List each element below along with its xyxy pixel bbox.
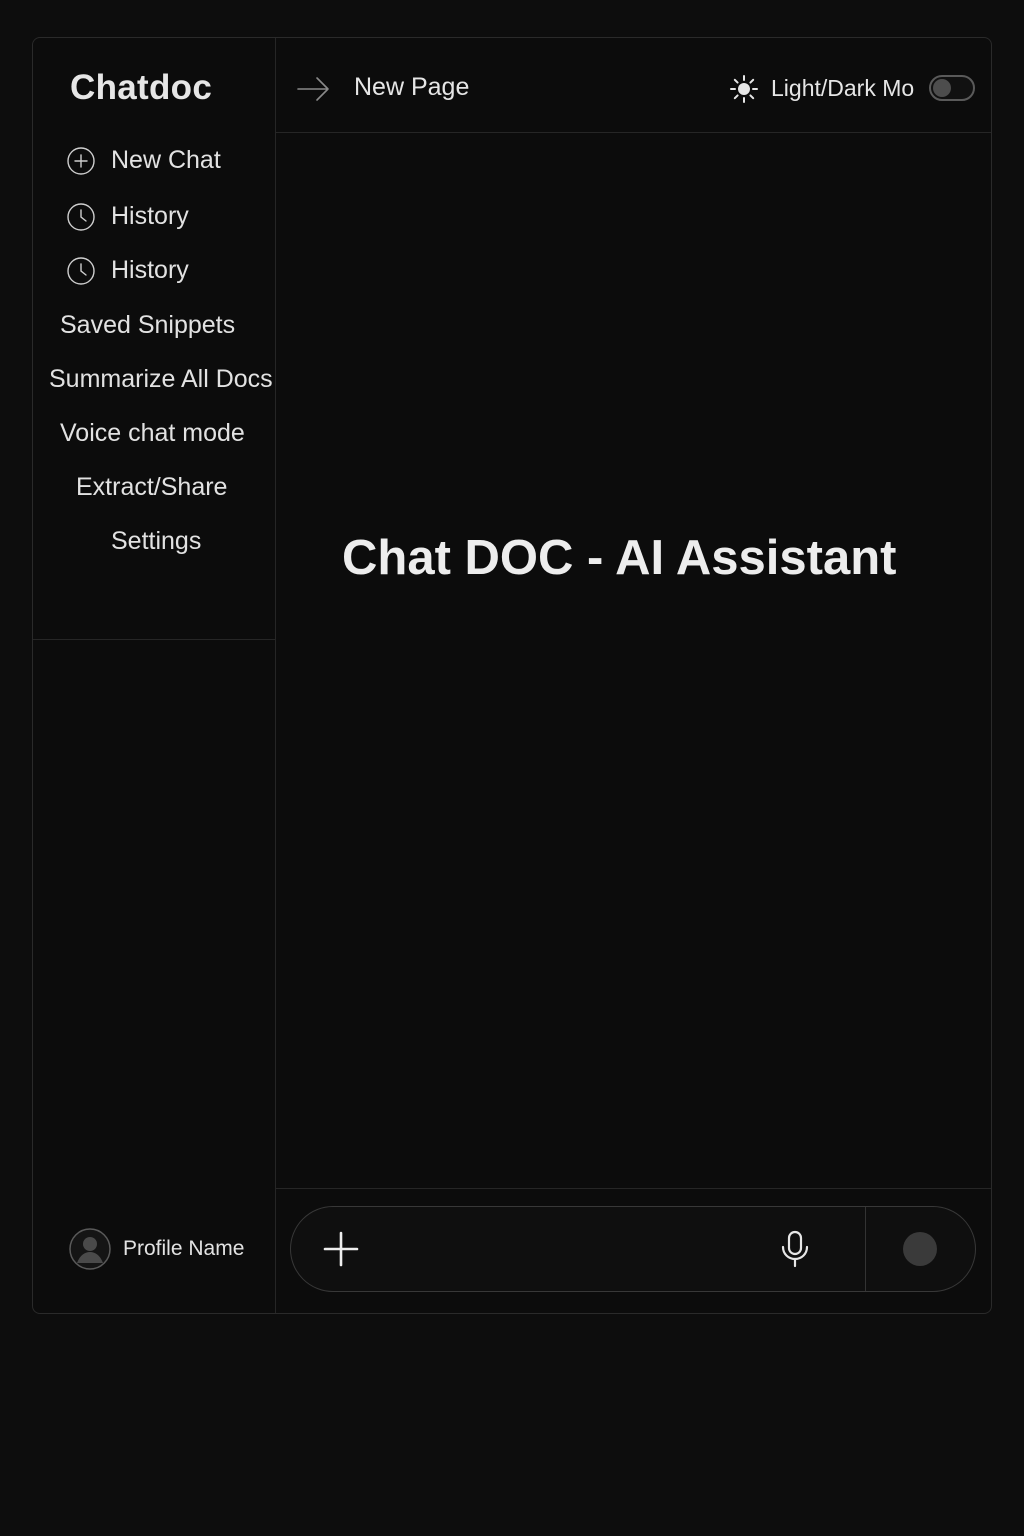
arrow-right-icon[interactable] [296, 72, 330, 106]
theme-mode-label: Light/Dark Mo [771, 75, 915, 101]
brand-logo: Chatdoc [70, 68, 213, 107]
composer-divider [865, 1207, 866, 1291]
sidebar-item-voice-chat-mode[interactable]: Voice chat mode [60, 419, 245, 448]
page-title: New Page [354, 73, 470, 101]
sidebar-item-new-chat[interactable]: New Chat [67, 146, 221, 175]
plus-circle-icon [67, 146, 95, 175]
sidebar-item-label: History [111, 256, 189, 284]
plus-icon[interactable] [321, 1229, 361, 1269]
sidebar-item-extract-share[interactable]: Extract/Share [76, 473, 227, 502]
app-window: Chatdoc New Chat History History Saved S… [32, 37, 992, 1314]
message-input[interactable] [381, 1229, 765, 1271]
sidebar-item-history-2[interactable]: History [67, 256, 189, 285]
theme-toggle[interactable] [929, 75, 975, 101]
main-panel: New Page Light/Dark Mo Chat DOC - AI Ass… [276, 38, 991, 1313]
clock-icon [67, 256, 95, 285]
sidebar-item-label: Summarize All Docs [49, 365, 273, 393]
sidebar-item-label: Saved Snippets [60, 311, 236, 339]
sidebar-item-settings[interactable]: Settings [111, 527, 201, 556]
sidebar-item-history[interactable]: History [67, 202, 189, 231]
sidebar-item-label: New Chat [111, 146, 221, 174]
avatar-icon [69, 1228, 111, 1270]
top-bar: New Page Light/Dark Mo [276, 38, 991, 133]
hero-title: Chat DOC - AI Assistant [342, 531, 897, 585]
sidebar-item-label: Voice chat mode [60, 419, 245, 447]
sidebar-item-saved-snippets[interactable]: Saved Snippets [60, 311, 235, 340]
sidebar-item-label: Extract/Share [76, 473, 228, 501]
sidebar-item-label: Settings [111, 527, 202, 555]
send-dot-icon[interactable] [903, 1232, 937, 1266]
sidebar-item-summarize-all-docs[interactable]: Summarize All Docs [49, 365, 276, 394]
profile-name: Profile Name [123, 1237, 245, 1260]
profile-button[interactable]: Profile Name [69, 1228, 244, 1270]
composer-area [276, 1188, 991, 1313]
message-composer [290, 1206, 976, 1292]
sun-icon [730, 75, 758, 103]
microphone-icon[interactable] [777, 1229, 813, 1269]
toggle-knob [933, 79, 951, 97]
sidebar-nav: Chatdoc New Chat History History Saved S… [33, 38, 275, 640]
sidebar: Chatdoc New Chat History History Saved S… [33, 38, 276, 1313]
clock-icon [67, 202, 95, 231]
sidebar-item-label: History [111, 202, 189, 230]
